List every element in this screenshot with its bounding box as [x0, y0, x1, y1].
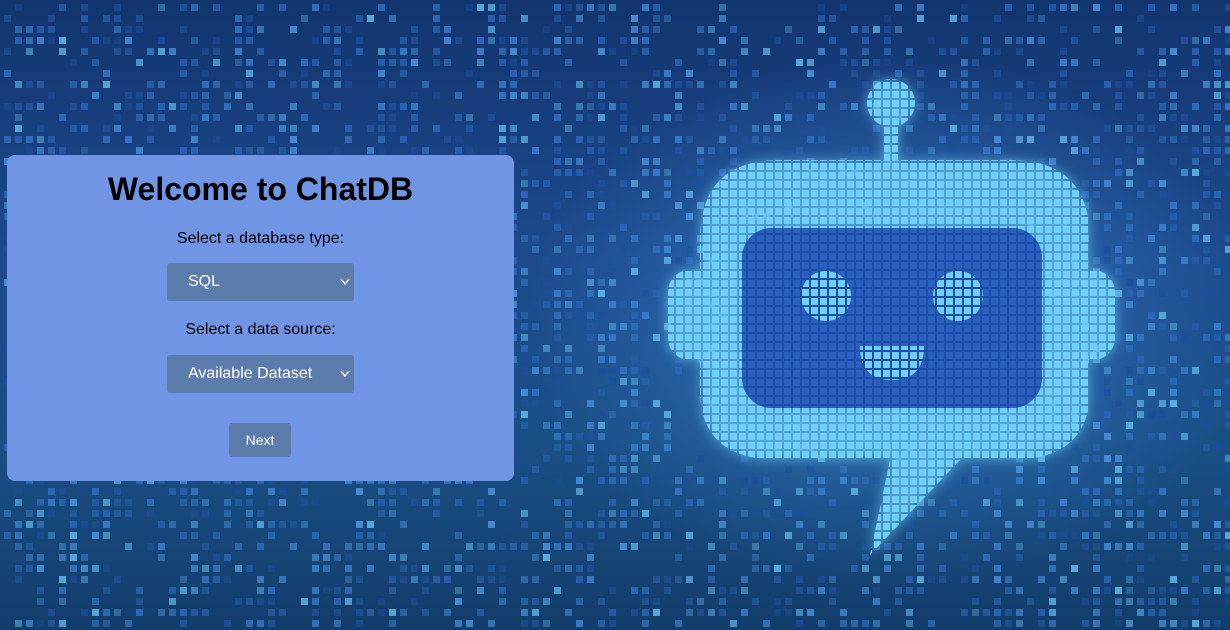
chevron-down-icon: [340, 370, 350, 378]
next-button[interactable]: Next: [229, 423, 291, 457]
data-source-label: Select a data source:: [185, 321, 336, 338]
database-type-label: Select a database type:: [176, 230, 345, 247]
database-type-select[interactable]: SQL: [167, 263, 354, 301]
welcome-card: Welcome to ChatDB Select a database type…: [7, 155, 514, 481]
chevron-down-icon: [340, 278, 350, 286]
data-source-value: Available Dataset: [188, 365, 313, 382]
data-source-select[interactable]: Available Dataset: [167, 355, 354, 393]
database-type-value: SQL: [188, 273, 221, 290]
page-title: Welcome to ChatDB: [107, 171, 414, 207]
